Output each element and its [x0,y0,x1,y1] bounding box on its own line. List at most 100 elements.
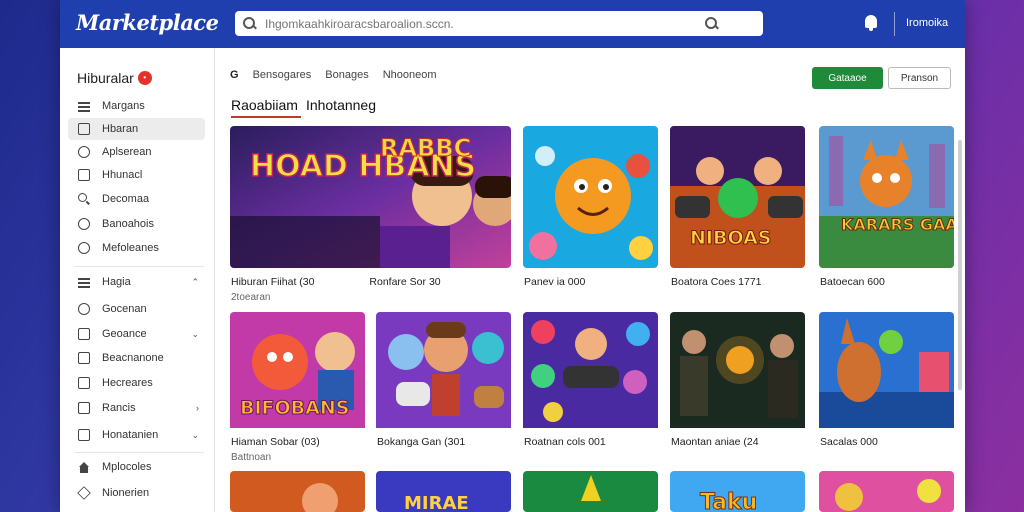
sidebar-divider [74,452,204,453]
game-thumbnail[interactable]: HOAD HBANS RABBC [230,126,511,268]
thumbnail-art-text: MIRAE [404,493,469,512]
card-meta: 1771 [738,276,762,288]
sidebar-item-10[interactable]: Beacnanone [68,347,205,369]
card-meta: 600 [867,276,885,288]
sidebar-item-label: Geoance [102,328,147,340]
section-title-word: Inhotanneg [305,97,377,113]
scrollbar[interactable] [958,140,962,390]
sidebar: Hiburalar • Margans Hbaran Aplserean Hhu… [60,48,215,512]
search-input[interactable] [265,16,705,31]
game-thumbnail[interactable]: Taku [670,471,805,512]
search-box[interactable] [235,11,763,36]
top-bar: Marketplace Iromoika [60,0,965,48]
breadcrumb-item[interactable]: Nhooneom [383,69,437,81]
search-submit-icon[interactable] [705,16,719,31]
game-thumbnail[interactable] [376,312,511,454]
sidebar-item-5[interactable]: Banoahois [68,213,205,235]
game-thumbnail[interactable]: MIRAE [376,471,511,512]
card-title-text: Hiaman Sobar [231,436,299,448]
sidebar-item-15[interactable]: Nionerien [68,482,205,504]
card-title-text: Panev ia [524,276,565,288]
card-subtitle: 2toearan [231,292,271,303]
chevron-down-icon[interactable]: ⌄ [191,329,199,340]
card-title: Bokanga Gan (301 [377,436,465,448]
thumbnail-art-text: RABBC [380,134,471,162]
sidebar-item-label: Hagia [102,276,131,288]
chevron-down-icon[interactable]: ⌄ [191,430,199,441]
game-thumbnail[interactable]: NIBOAS [670,126,805,268]
sidebar-item-label: Margans [102,100,145,112]
sidebar-item-11[interactable]: Hecreares [68,372,205,394]
breadcrumb: G Bensogares Bonages Nhooneom [230,69,451,81]
thumbnail-art-text: KARARS GAAIES [841,215,954,234]
sidebar-item-6[interactable]: Mefoleanes [68,237,205,259]
card-title-text: Boatora Coes [671,276,736,288]
circle-icon [78,146,90,158]
circle-icon [78,242,90,254]
card-title: Hiaman Sobar (03) [231,436,320,448]
user-menu[interactable]: Iromoika [906,17,948,29]
thumbnail-art-text: BIFOBANS [240,397,349,419]
card-title-text: Roatnan cols [524,436,586,448]
sidebar-item-2[interactable]: Aplserean [68,141,205,163]
game-thumbnail[interactable] [819,471,954,512]
menu-lines-icon [78,100,90,112]
sidebar-item-label: Beacnanone [102,352,164,364]
card-title: Roatnan cols 001 [524,436,606,448]
game-thumbnail[interactable]: BIFOBANS [230,312,365,454]
section-title: Raoabiiam Inhotanneg [231,97,384,113]
card-meta: 000 [567,276,586,288]
sidebar-item-7[interactable]: Hagia ⌃ [68,271,205,293]
card-title-text: Maontan aniae [671,436,741,448]
chevron-up-icon[interactable]: ⌃ [191,277,199,288]
card-meta: (30 [299,276,315,288]
breadcrumb-item[interactable]: Bensogares [253,69,312,81]
card-title: Hiburan Fiihat (30 Ronfare Sor 30 [231,276,441,288]
game-thumbnail[interactable]: KARARS GAAIES [819,126,954,268]
primary-button[interactable]: Gataaoe [812,67,883,89]
secondary-button[interactable]: Pranson [888,67,951,89]
thumbnail-art-text: Taku [700,490,757,512]
back-icon[interactable]: G [230,69,239,81]
sidebar-item-label: Mefoleanes [102,242,159,254]
sidebar-item-label: Decomaa [102,193,150,205]
game-thumbnail[interactable] [523,126,658,268]
sidebar-item-14[interactable]: Mplocoles [68,456,205,478]
sidebar-item-12[interactable]: Rancis › [68,397,205,419]
sidebar-item-label: Gocenan [102,303,147,315]
card-title: Boatora Coes 1771 [671,276,762,288]
sidebar-item-13[interactable]: Honatanien ⌄ [68,424,205,446]
notification-bell-icon[interactable] [863,14,879,32]
sidebar-item-0[interactable]: Margans [68,95,205,117]
main-content: G Bensogares Bonages Nhooneom Gataaoe Pr… [216,48,965,512]
game-thumbnail[interactable] [819,312,954,454]
sidebar-item-label: Hecreares [102,377,153,389]
square-icon [78,169,90,181]
sidebar-item-label: Rancis [102,402,136,414]
square-icon [78,402,90,414]
sidebar-item-9[interactable]: Geoance ⌄ [68,323,205,345]
brand-logo[interactable]: Marketplace [76,10,219,35]
section-title-word: Raoabiiam [231,97,298,113]
circle-icon [78,218,90,230]
sidebar-item-label: Honatanien [102,429,159,441]
sidebar-item-4[interactable]: Decomaa [68,188,205,210]
sidebar-item-label: Hbaran [102,123,139,135]
card-title: Panev ia 000 [524,276,585,288]
thumbnail-art-text: NIBOAS [690,227,771,249]
notification-badge: • [137,71,152,85]
diamond-icon [77,486,91,500]
sidebar-item-3[interactable]: Hhunacl [68,164,205,186]
card-meta: (301 [444,436,466,448]
card-subtitle: Battnoan [231,452,272,463]
chevron-right-icon[interactable]: › [196,403,199,413]
sidebar-item-8[interactable]: Gocenan [68,298,205,320]
sidebar-item-1[interactable]: Hbaran [68,118,205,140]
game-thumbnail[interactable] [670,312,805,454]
game-thumbnail[interactable] [523,312,658,454]
search-icon [243,16,257,31]
game-thumbnail[interactable] [523,471,658,512]
breadcrumb-item[interactable]: Bonages [325,69,368,81]
game-thumbnail[interactable] [230,471,365,512]
section-title-underline [231,116,301,118]
